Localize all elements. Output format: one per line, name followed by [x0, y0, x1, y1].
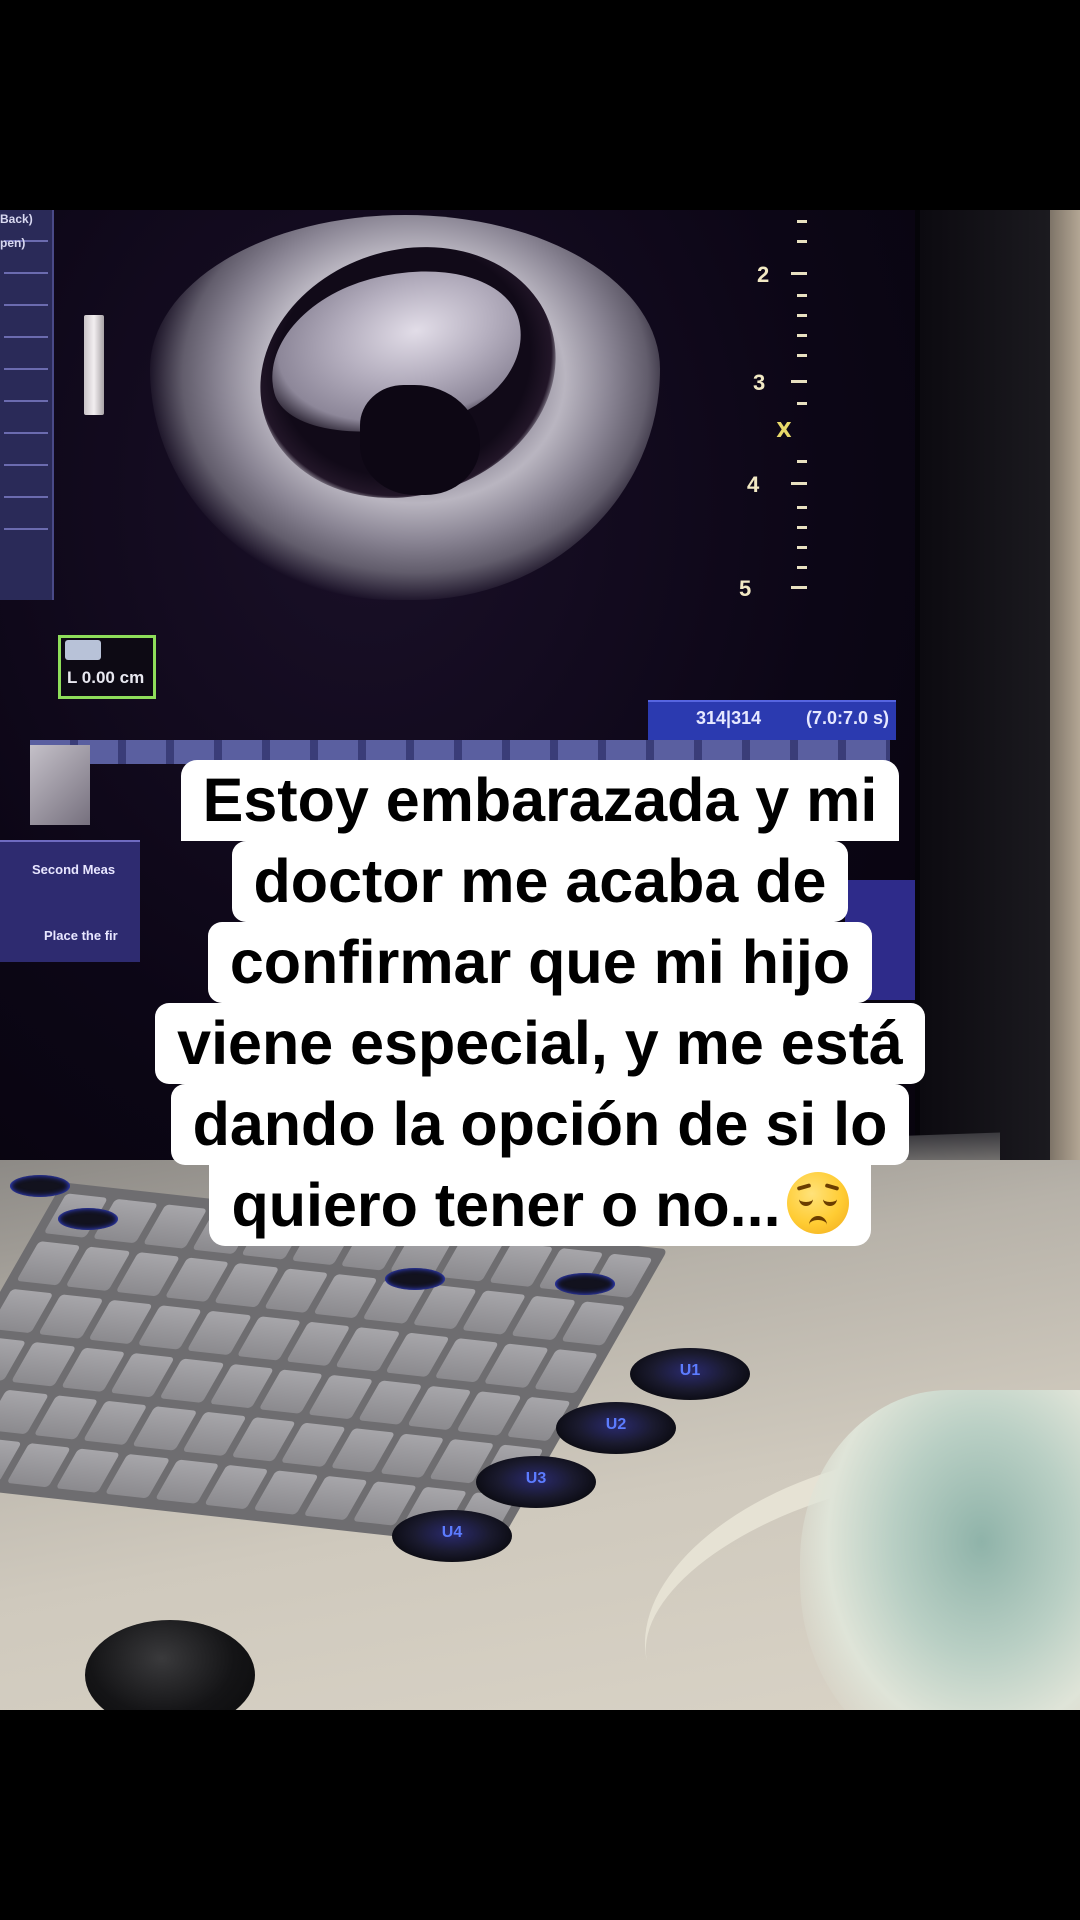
caliper-icon — [65, 640, 101, 660]
cine-time: (7.0:7.0 s) — [806, 708, 890, 728]
user-button-u4: U4 — [392, 1510, 512, 1562]
left-control-panel — [0, 210, 54, 600]
user-button-u2: U2 — [556, 1402, 676, 1454]
depth-label: 4 — [747, 472, 760, 497]
measurement-value: L 0.00 cm — [67, 668, 145, 687]
depth-label: 3 — [753, 370, 766, 395]
console-button — [555, 1273, 615, 1295]
user-button-u1: U1 — [630, 1348, 750, 1400]
top-letterbox — [0, 0, 1080, 210]
user-button-u3: U3 — [476, 1456, 596, 1508]
caption-line: dando la opción de si lo — [170, 1084, 910, 1165]
caption-line: doctor me acaba de — [231, 841, 849, 922]
depth-label: 5 — [739, 576, 752, 601]
focus-zone-marker: Ⅹ — [776, 420, 792, 442]
caption-line: Estoy embarazada y mi — [180, 760, 900, 841]
probe-orientation-marker — [84, 315, 104, 415]
measurement-box: L 0.00 cm — [58, 635, 156, 699]
caption-line: confirmar que mi hijo — [207, 922, 873, 1003]
left-panel-label: pen) — [0, 236, 26, 250]
pensive-face-emoji-icon — [786, 1172, 849, 1234]
caption-line: viene especial, y me está — [155, 1003, 925, 1084]
left-panel-label: Back) — [0, 212, 33, 226]
cine-frame-counter: 314|314 — [696, 708, 762, 728]
caption-line-last: quiero tener o no... — [209, 1165, 871, 1246]
console-button — [385, 1268, 445, 1290]
cine-loop-bar: 314|314 (7.0:7.0 s) — [648, 700, 896, 740]
caption-overlay: Estoy embarazada y mi doctor me acaba de… — [0, 760, 1080, 1246]
depth-label: 2 — [757, 262, 770, 287]
caption-line-text: quiero tener o no... — [231, 1171, 781, 1239]
bottom-letterbox — [0, 1710, 1080, 1920]
